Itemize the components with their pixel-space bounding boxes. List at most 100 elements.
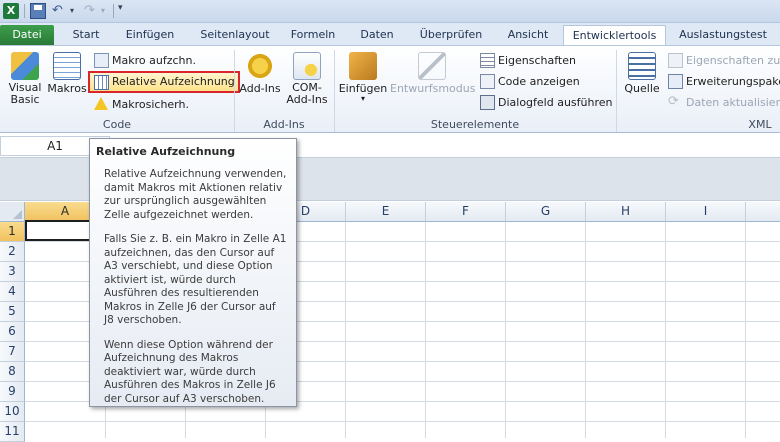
macros-icon — [53, 52, 81, 80]
row-header-2[interactable]: 2 — [0, 242, 25, 262]
gridline — [745, 222, 746, 438]
erweiterungspakete-button[interactable]: Erweiterungspake — [666, 73, 780, 91]
xml-source-icon — [628, 52, 656, 80]
gear-icon — [246, 52, 274, 80]
tab-ansicht[interactable]: Ansicht — [496, 25, 560, 45]
column-header-h[interactable]: H — [586, 202, 666, 222]
row-header-7[interactable]: 7 — [0, 342, 25, 362]
tooltip-paragraph: Relative Aufzeichnung verwenden, damit M… — [104, 168, 287, 221]
row-header-8[interactable]: 8 — [0, 362, 25, 382]
group-label-code: Code — [102, 118, 132, 131]
dialogfeld-ausfuehren-button[interactable]: Dialogfeld ausführen — [478, 94, 613, 112]
relative-aufzeichnung-tooltip: Relative Aufzeichnung Relative Aufzeichn… — [89, 138, 297, 407]
dropdown-arrow-icon: ▾ — [360, 94, 365, 103]
row-header-1[interactable]: 1 — [0, 222, 25, 242]
group-separator — [234, 50, 235, 132]
tab-ueberpruefen[interactable]: Überprüfen — [410, 25, 492, 45]
makro-aufzeichnen-button[interactable]: Makro aufzchn. — [92, 52, 196, 70]
column-header-g[interactable]: G — [506, 202, 586, 222]
com-gear-icon — [293, 52, 321, 80]
einfuegen-control-button[interactable]: Einfügen ▾ — [338, 52, 388, 103]
group-label-xml: XML — [748, 118, 772, 131]
row-header-4[interactable]: 4 — [0, 282, 25, 302]
customize-toolbar-icon[interactable]: ▾ — [118, 3, 123, 13]
makrosicherheit-label: Makrosicherh. — [112, 98, 189, 111]
column-header-i[interactable]: I — [666, 202, 746, 222]
visual-basic-button[interactable]: Visual Basic — [4, 52, 46, 106]
tab-einfuegen[interactable]: Einfügen — [114, 25, 186, 45]
add-ins-button[interactable]: Add-Ins — [238, 52, 282, 95]
group-separator — [334, 50, 335, 132]
row-header-10[interactable]: 10 — [0, 402, 25, 422]
row-header-6[interactable]: 6 — [0, 322, 25, 342]
quelle-button[interactable]: Quelle — [620, 52, 664, 95]
entwurfsmodus-label: Entwurfsmodus — [390, 82, 476, 95]
row-header-11[interactable]: 11 — [0, 422, 25, 442]
tab-daten[interactable]: Daten — [350, 25, 404, 45]
tab-entwicklertools[interactable]: Entwicklertools — [563, 25, 666, 45]
tab-start[interactable]: Start — [60, 25, 112, 45]
quelle-label: Quelle — [624, 82, 660, 95]
makro-aufzeichnen-label: Makro aufzchn. — [112, 54, 196, 67]
daten-aktualisieren-label: Daten aktualisierer — [686, 96, 780, 109]
design-mode-icon — [418, 52, 446, 80]
makros-label: Makros — [47, 82, 87, 95]
ribbon: Visual Basic Makros Makro aufzchn. Relati… — [0, 45, 780, 133]
gridline — [585, 222, 586, 438]
makrosicherheit-button[interactable]: Makrosicherh. — [92, 96, 189, 114]
code-anzeigen-button[interactable]: Code anzeigen — [478, 73, 580, 91]
eigenschaften-button[interactable]: Eigenschaften — [478, 52, 576, 70]
excel-logo-icon[interactable]: X — [3, 3, 19, 19]
group-label-steuerelemente: Steuerelemente — [430, 118, 520, 131]
tab-auslastungstest[interactable]: Auslastungstest — [672, 25, 774, 45]
run-dialog-icon — [480, 95, 495, 110]
gridline — [505, 222, 506, 438]
undo-icon[interactable]: ↶ — [52, 3, 68, 19]
record-macro-icon — [94, 53, 109, 68]
gridline — [25, 421, 780, 422]
tooltip-title: Relative Aufzeichnung — [96, 145, 236, 158]
visual-basic-icon — [11, 52, 39, 80]
add-ins-label: Add-Ins — [239, 82, 281, 95]
column-header-e[interactable]: E — [346, 202, 426, 222]
row-header-9[interactable]: 9 — [0, 382, 25, 402]
map-properties-icon — [668, 53, 683, 68]
eigenschaften-zuordnen-label: Eigenschaften zuo — [686, 54, 780, 67]
gridline — [345, 222, 346, 438]
refresh-data-icon: ⟳ — [668, 94, 679, 109]
column-header-j[interactable] — [746, 202, 780, 222]
tooltip-paragraph: Wenn diese Option während der Aufzeichnu… — [104, 338, 276, 405]
gridline — [665, 222, 666, 438]
code-anzeigen-label: Code anzeigen — [498, 75, 580, 88]
toolbar-separator — [113, 4, 114, 18]
tab-datei[interactable]: Datei — [0, 25, 54, 45]
dialogfeld-ausfuehren-label: Dialogfeld ausführen — [498, 96, 613, 109]
tooltip-paragraph: Falls Sie z. B. ein Makro in Zelle A1 au… — [104, 233, 287, 326]
title-bar: X ↶ ▾ ↷ ▾ ▾ — [0, 0, 780, 23]
com-add-ins-button[interactable]: COM- Add-Ins — [284, 52, 330, 106]
view-code-icon — [480, 74, 495, 89]
eigenschaften-zuordnen-button[interactable]: Eigenschaften zuo — [666, 52, 780, 70]
erweiterungspakete-label: Erweiterungspake — [686, 75, 780, 88]
daten-aktualisieren-button[interactable]: ⟳ Daten aktualisierer — [666, 94, 780, 112]
visual-basic-label: Visual Basic — [8, 81, 42, 106]
redo-icon[interactable]: ↷ — [84, 3, 100, 19]
properties-icon — [480, 53, 495, 68]
column-header-f[interactable]: F — [426, 202, 506, 222]
ribbon-tabs: Datei Start Einfügen Seitenlayout Formel… — [0, 23, 780, 45]
relative-aufzeichnung-button[interactable]: Relative Aufzeichnung — [88, 71, 240, 93]
row-header-3[interactable]: 3 — [0, 262, 25, 282]
toolbox-icon — [349, 52, 377, 80]
toolbar-separator — [24, 4, 25, 18]
row-header-5[interactable]: 5 — [0, 302, 25, 322]
select-all-corner[interactable] — [0, 202, 25, 222]
group-separator — [616, 50, 617, 132]
relative-aufzeichnung-label: Relative Aufzeichnung — [112, 75, 235, 88]
makros-button[interactable]: Makros — [46, 52, 88, 95]
com-add-ins-label-2: Add-Ins — [286, 93, 328, 106]
save-icon[interactable] — [30, 3, 46, 19]
tab-formeln[interactable]: Formeln — [284, 25, 342, 45]
redo-dropdown-icon[interactable]: ▾ — [101, 3, 117, 19]
entwurfsmodus-button[interactable]: Entwurfsmodus — [390, 52, 476, 95]
tab-seitenlayout[interactable]: Seitenlayout — [190, 25, 280, 45]
